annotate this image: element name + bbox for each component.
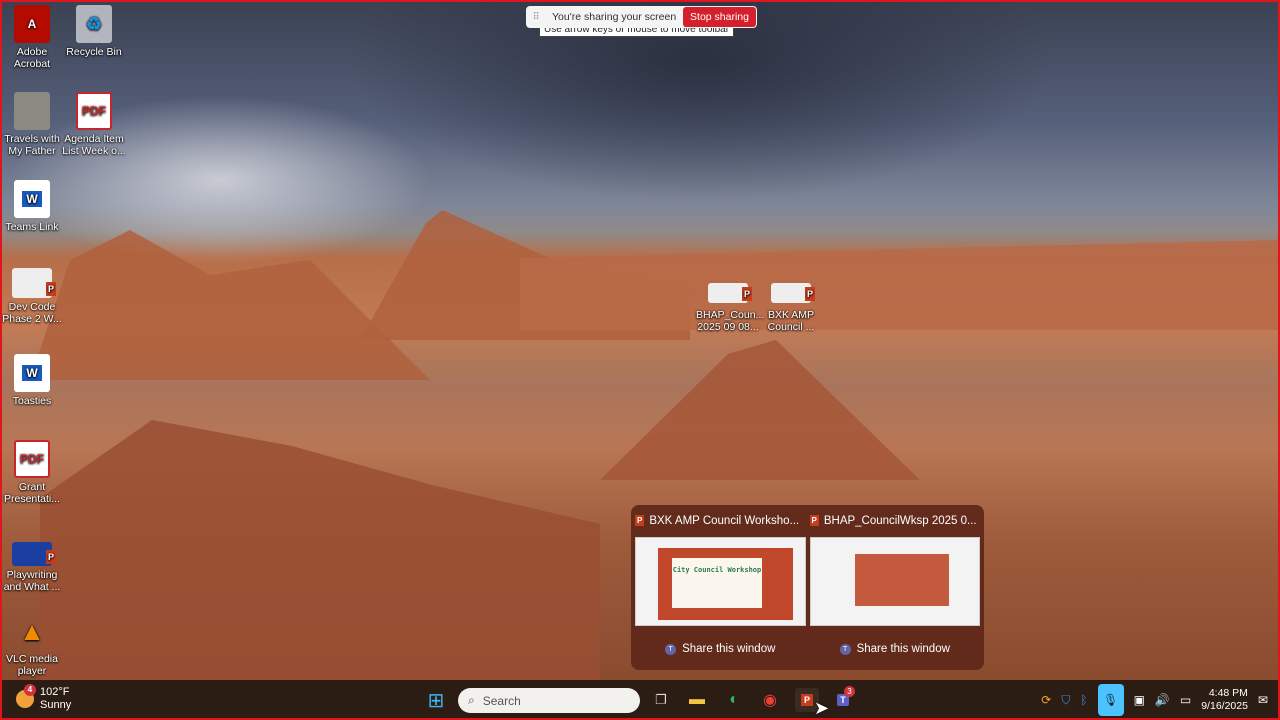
- window-title: BXK AMP Council Worksho...: [649, 514, 800, 527]
- weather-badge: 4: [24, 684, 36, 696]
- desktop-icon-dev-code[interactable]: P Dev Code Phase 2 W...: [0, 268, 64, 325]
- start-button[interactable]: ⊞: [424, 688, 448, 712]
- powerpoint-icon: P: [809, 515, 819, 527]
- sync-icon[interactable]: ⟳: [1041, 693, 1051, 707]
- word-doc-icon: W: [14, 354, 50, 392]
- task-view-icon[interactable]: ❐: [649, 688, 673, 712]
- search-icon: ⌕: [468, 693, 475, 707]
- teams-icon: T: [839, 643, 851, 655]
- edge-icon[interactable]: ◐: [722, 688, 746, 712]
- desktop-icon-teams-link[interactable]: W Teams Link: [0, 180, 64, 233]
- powerpoint-file-icon: P: [708, 283, 752, 303]
- powerpoint-icon: P: [635, 515, 645, 527]
- desktop-icon-playwriting[interactable]: P Playwriting and What ...: [0, 542, 64, 593]
- window-thumbnail[interactable]: City Council Workshop: [635, 536, 806, 627]
- preview-window-bhap[interactable]: P BHAP_CouncilWksp 2025 0... T Share this …: [809, 511, 981, 664]
- notifications-icon[interactable]: ✉: [1258, 693, 1268, 707]
- sun-icon: 4: [16, 684, 36, 708]
- bluetooth-icon[interactable]: ᛒ: [1080, 693, 1087, 707]
- mouse-cursor-icon: ➤: [814, 698, 830, 718]
- teams-taskbar-icon[interactable]: T3: [831, 686, 855, 712]
- weather-condition: Sunny: [40, 699, 72, 711]
- temperature: 102°F: [40, 686, 70, 698]
- slide-title: City Council Workshop: [672, 557, 762, 608]
- desktop-icon-toasties[interactable]: W Toasties: [0, 354, 64, 407]
- recycle-bin-icon: ♻: [76, 5, 112, 43]
- desktop-icon-recycle-bin[interactable]: ♻ Recycle Bin: [62, 5, 126, 58]
- powerpoint-file-icon: P: [771, 283, 815, 303]
- teams-icon: T: [665, 643, 677, 655]
- desktop-icon-bhap-council[interactable]: P BHAP_Coun... 2025 09 08...: [696, 283, 764, 333]
- screen-share-toolbar[interactable]: ⠿ You're sharing your screen Stop sharin…: [526, 6, 757, 28]
- microphone-icon[interactable]: 🎙: [1097, 684, 1124, 716]
- word-doc-icon: W: [14, 180, 50, 218]
- powerpoint-file-icon: P: [12, 542, 56, 566]
- security-warning-icon[interactable]: ⛉: [1061, 693, 1070, 708]
- powerpoint-file-icon: P: [12, 268, 56, 298]
- clock[interactable]: 4:48 PM 9/16/2025: [1201, 687, 1248, 713]
- taskbar-window-preview: P BXK AMP Council Worksho... City Council…: [631, 505, 984, 670]
- system-tray: ⟳ ⛉ ᛒ 🎙 ▣ 🔊 ▭ 4:48 PM 9/16/2025 ✉: [1041, 680, 1268, 720]
- display-icon[interactable]: ▣: [1134, 693, 1145, 707]
- desktop-icon-grant-presentation[interactable]: PDF Grant Presentati...: [0, 440, 64, 505]
- file-explorer-icon[interactable]: ▬: [685, 688, 709, 712]
- pdf-icon: PDF: [76, 92, 112, 130]
- drag-handle-icon[interactable]: ⠿: [526, 12, 546, 23]
- preview-window-bxk[interactable]: P BXK AMP Council Worksho... City Council…: [635, 511, 806, 664]
- stop-sharing-button[interactable]: Stop sharing: [683, 7, 756, 27]
- window-thumbnail[interactable]: [809, 536, 980, 627]
- window-title: BHAP_CouncilWksp 2025 0...: [823, 514, 977, 527]
- volume-icon[interactable]: 🔊: [1155, 693, 1170, 707]
- share-this-window-button[interactable]: T Share this window: [810, 634, 981, 664]
- pdf-icon: PDF: [14, 440, 50, 478]
- vlc-cone-icon: ▲: [19, 616, 45, 646]
- desktop-icon-travels-with-my-father[interactable]: Travels with My Father: [0, 92, 64, 157]
- desktop-icon-adobe-acrobat[interactable]: A Adobe Acrobat: [0, 5, 64, 70]
- acrobat-icon: A: [14, 5, 50, 43]
- desktop-icon-agenda-item[interactable]: PDF Agenda Item List Week o...: [62, 92, 126, 157]
- desktop-icon-vlc[interactable]: ▲ VLC media player: [0, 612, 64, 677]
- chrome-icon[interactable]: ◉: [758, 688, 782, 712]
- photo-icon: [14, 92, 50, 130]
- teams-notification-badge: 3: [844, 686, 855, 697]
- sharing-status-text: You're sharing your screen: [552, 11, 677, 23]
- taskbar: 4 102°F Sunny ⊞ ❐ ▬ ◐ ◉ P T3 ⟳ ⛉ ᛒ 🎙 ▣ 🔊 …: [0, 680, 1280, 720]
- share-this-window-button[interactable]: T Share this window: [635, 634, 806, 664]
- desktop-icon-bxk-amp-council[interactable]: P BXK AMP Council ...: [759, 283, 823, 333]
- weather-widget[interactable]: 4 102°F Sunny: [16, 684, 72, 712]
- power-icon[interactable]: ▭: [1180, 693, 1191, 707]
- search-box[interactable]: ⌕ Search: [458, 688, 640, 713]
